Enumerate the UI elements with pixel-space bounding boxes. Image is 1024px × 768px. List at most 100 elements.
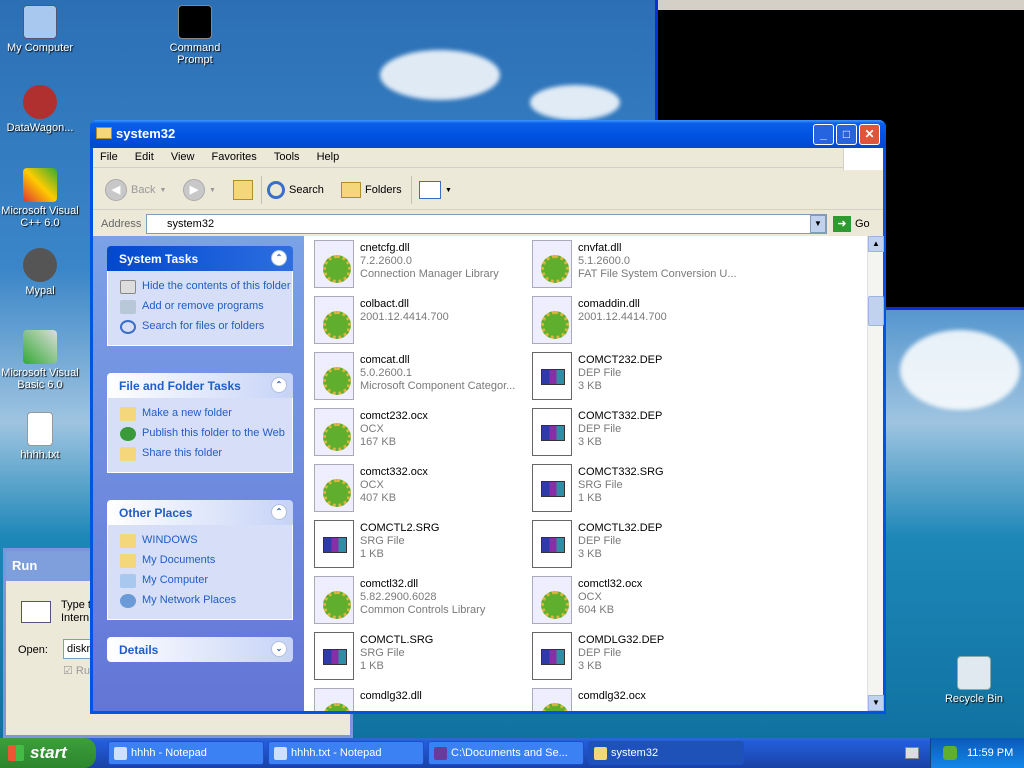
up-folder-icon: [233, 180, 253, 200]
task-publish-web[interactable]: Publish this folder to the Web: [120, 424, 292, 444]
file-item[interactable]: COMCTL.SRG SRG File 1 KB: [314, 632, 529, 684]
file-info: comctl32.dll 5.82.2900.6028 Common Control…: [360, 576, 485, 628]
menu-edit[interactable]: Edit: [128, 148, 161, 166]
file-name: cnvfat.dll: [578, 242, 622, 254]
vertical-scrollbar[interactable]: ▲ ▼: [867, 236, 884, 711]
address-dropdown-icon[interactable]: ▼: [810, 215, 826, 233]
task-search-files[interactable]: Search for files or folders: [120, 317, 292, 337]
file-item[interactable]: COMCTL2.SRG SRG File 1 KB: [314, 520, 529, 572]
file-item[interactable]: COMDLG32.DEP DEP File 3 KB: [532, 632, 747, 684]
file-item[interactable]: cnvfat.dll 5.1.2600.0 FAT File System Conv…: [532, 240, 747, 292]
task-share-folder[interactable]: Share this folder: [120, 444, 292, 464]
explorer-window[interactable]: system32 _ □ ✕ File Edit View Favorites …: [90, 120, 886, 714]
place-my-computer[interactable]: My Computer: [120, 571, 292, 591]
file-name: COMCT232.DEP: [578, 354, 663, 366]
forward-button[interactable]: ▶ ▼: [183, 178, 216, 202]
start-button[interactable]: start: [0, 738, 96, 768]
go-button[interactable]: ➜ Go: [833, 216, 870, 232]
console-icon: [434, 747, 447, 760]
run-checkbox[interactable]: ☑ Ru: [63, 664, 90, 677]
network-tray-icon[interactable]: [943, 746, 957, 760]
scroll-down-icon[interactable]: ▼: [868, 695, 884, 711]
other-places-header[interactable]: Other Places ⌃: [107, 500, 293, 525]
console-title-bar[interactable]: [658, 0, 1024, 10]
back-button[interactable]: ◀ Back ▼: [105, 178, 166, 202]
keyboard-icon[interactable]: [905, 747, 919, 759]
menu-view[interactable]: View: [164, 148, 202, 166]
desktop-icon-hhhh-txt[interactable]: hhhh.txt: [0, 412, 80, 461]
file-detail: OCX: [360, 479, 384, 491]
file-item[interactable]: COMCT332.SRG SRG File 1 KB: [532, 464, 747, 516]
desktop-icon-recycle-bin[interactable]: Recycle Bin: [934, 656, 1014, 705]
system-tasks-header[interactable]: System Tasks ⌃: [107, 246, 293, 271]
search-icon: [120, 320, 136, 334]
up-button[interactable]: [233, 178, 253, 202]
desktop-icon-command-prompt[interactable]: Command Prompt: [155, 5, 235, 66]
file-item[interactable]: cnetcfg.dll 7.2.2600.0 Connection Manager …: [314, 240, 529, 292]
file-item[interactable]: COMCTL32.DEP DEP File 3 KB: [532, 520, 747, 572]
file-detail: Connection Manager Library: [360, 268, 499, 280]
folders-button[interactable]: Folders: [341, 178, 402, 202]
file-item[interactable]: colbact.dll 2001.12.4414.700: [314, 296, 529, 348]
folder-icon: [120, 534, 136, 548]
menu-tools[interactable]: Tools: [267, 148, 307, 166]
file-item[interactable]: comctl32.ocx OCX 604 KB: [532, 576, 747, 628]
task-hhhh-notepad[interactable]: hhhh - Notepad: [108, 741, 264, 765]
place-windows[interactable]: WINDOWS: [120, 531, 292, 551]
menu-favorites[interactable]: Favorites: [205, 148, 264, 166]
desktop-icon-visual-cpp[interactable]: Microsoft Visual C++ 6.0: [0, 168, 80, 229]
clock[interactable]: 11:59 PM: [967, 747, 1013, 759]
file-item[interactable]: comct232.ocx OCX 167 KB: [314, 408, 529, 460]
file-info: comdlg32.dll: [360, 688, 422, 711]
file-name: comct332.ocx: [360, 466, 428, 478]
task-hide-contents[interactable]: Hide the contents of this folder: [120, 277, 292, 297]
task-documents[interactable]: C:\Documents and Se...: [428, 741, 584, 765]
run-description: Type t Intern: [61, 599, 91, 624]
desktop-icon-my-computer[interactable]: My Computer: [0, 5, 80, 54]
file-item[interactable]: comdlg32.ocx: [532, 688, 747, 711]
file-folder-tasks-header[interactable]: File and Folder Tasks ⌃: [107, 373, 293, 398]
task-new-folder[interactable]: Make a new folder: [120, 404, 292, 424]
collapse-icon[interactable]: ⌃: [271, 250, 287, 266]
collapse-icon[interactable]: ⌃: [271, 377, 287, 393]
place-my-documents[interactable]: My Documents: [120, 551, 292, 571]
collapse-icon[interactable]: ⌃: [271, 504, 287, 520]
menu-bar: File Edit View Favorites Tools Help: [93, 148, 883, 170]
mypal-icon: [23, 248, 57, 282]
search-button[interactable]: Search: [267, 178, 324, 202]
file-item[interactable]: comaddin.dll 2001.12.4414.700: [532, 296, 747, 348]
run-icon: [21, 601, 51, 623]
address-input[interactable]: system32: [146, 214, 827, 234]
views-button[interactable]: ▼: [419, 178, 452, 202]
desktop-icon-visual-basic[interactable]: Microsoft Visual Basic 6.0: [0, 330, 80, 391]
task-hhhh-txt-notepad[interactable]: hhhh.txt - Notepad: [268, 741, 424, 765]
scroll-thumb[interactable]: [868, 296, 884, 326]
notepad-icon: [274, 747, 287, 760]
desktop-icon-mypal[interactable]: Mypal: [0, 248, 80, 297]
task-system32[interactable]: system32: [588, 741, 744, 765]
desktop-icon-datawagon[interactable]: DataWagon...: [0, 85, 80, 134]
minimize-button[interactable]: _: [813, 124, 834, 145]
expand-icon[interactable]: ⌄: [271, 641, 287, 657]
close-button[interactable]: ✕: [859, 124, 880, 145]
file-name: comdlg32.ocx: [578, 690, 646, 702]
file-item[interactable]: COMCT332.DEP DEP File 3 KB: [532, 408, 747, 460]
cloud: [530, 85, 620, 120]
file-item[interactable]: comct332.ocx OCX 407 KB: [314, 464, 529, 516]
task-add-remove-programs[interactable]: Add or remove programs: [120, 297, 292, 317]
file-item[interactable]: comctl32.dll 5.82.2900.6028 Common Control…: [314, 576, 529, 628]
file-folder-tasks-panel: File and Folder Tasks ⌃ Make a new folder…: [107, 373, 293, 473]
scroll-up-icon[interactable]: ▲: [868, 236, 884, 252]
place-my-network[interactable]: My Network Places: [120, 591, 292, 611]
file-item[interactable]: comdlg32.dll: [314, 688, 529, 711]
menu-help[interactable]: Help: [310, 148, 347, 166]
text-file-icon: [27, 412, 53, 446]
details-header[interactable]: Details ⌄: [107, 637, 293, 662]
file-info: comctl32.ocx OCX 604 KB: [578, 576, 642, 628]
file-detail: 604 KB: [578, 604, 615, 616]
window-title-bar[interactable]: system32 _ □ ✕: [90, 120, 886, 148]
file-item[interactable]: comcat.dll 5.0.2600.1 Microsoft Component …: [314, 352, 529, 404]
menu-file[interactable]: File: [93, 148, 125, 166]
file-item[interactable]: COMCT232.DEP DEP File 3 KB: [532, 352, 747, 404]
maximize-button[interactable]: □: [836, 124, 857, 145]
